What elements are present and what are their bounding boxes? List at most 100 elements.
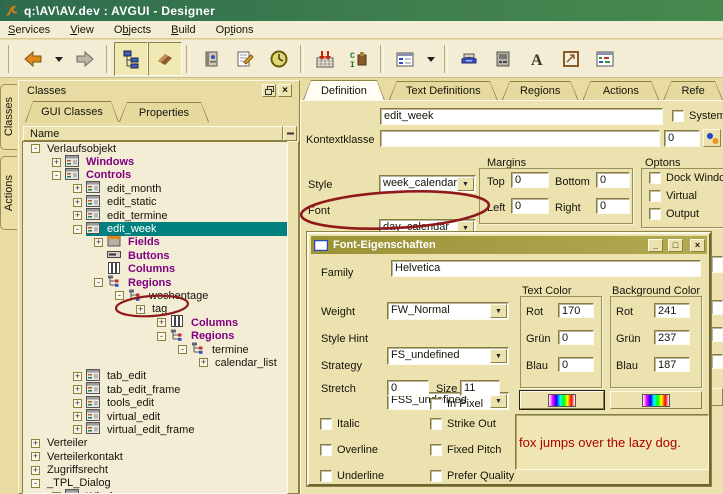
panel-float-button[interactable] [262,84,276,97]
chevron-down-icon[interactable]: ▼ [490,349,507,363]
tree-item-zugriffsrecht[interactable]: +Zugriffsrecht [23,463,287,476]
header-scroll-button[interactable] [283,126,297,141]
tree-expander[interactable]: + [157,318,166,327]
maximize-button[interactable]: □ [668,239,683,252]
window-layout-button[interactable] [388,42,422,76]
printer-button[interactable] [452,42,486,76]
tree-expander[interactable]: - [178,345,187,354]
context-picker-button[interactable] [703,129,721,147]
size-input[interactable]: 11 [460,380,500,396]
menu-services[interactable]: Services [8,24,50,36]
bg-blau-input[interactable]: 187 [654,357,690,372]
minimize-button[interactable]: _ [648,239,663,252]
chevron-down-icon[interactable]: ▼ [490,394,507,408]
margin-right-input[interactable]: 0 [596,198,630,214]
tree-item-edit_month[interactable]: +edit_month [23,182,287,195]
tree-item-virtual_edit_frame[interactable]: +virtual_edit_frame [23,423,287,436]
tree-expander[interactable]: - [94,278,103,287]
tree-expander[interactable]: + [73,399,82,408]
side-tab-actions[interactable]: Actions [0,156,17,230]
chevron-down-icon[interactable]: ▼ [457,177,474,191]
tree-item-verteilerkontakt[interactable]: +Verteilerkontakt [23,450,287,463]
opton-dock-window-checkbox[interactable]: Dock Window [649,172,723,184]
tree-expander[interactable]: + [136,305,145,314]
tree-expander[interactable]: + [73,184,82,193]
tree-item-calendar_list[interactable]: +calendar_list [23,356,287,369]
class-generator-button[interactable]: CI [342,42,376,76]
font-fixed-pitch-checkbox[interactable]: Fixed Pitch [430,444,514,456]
margin-top-input[interactable]: 0 [511,172,549,188]
tree-item-verteiler[interactable]: +Verteiler [23,437,287,450]
edit-note-button[interactable] [228,42,262,76]
tree-expander[interactable]: + [73,425,82,434]
tree-item-termine[interactable]: -termine [23,343,287,356]
margin-left-input[interactable]: 0 [511,198,549,214]
tree-column-header[interactable]: Name [23,126,283,141]
tree-item-controls[interactable]: -Controls [23,169,287,182]
weight-dropdown[interactable]: FW_Normal▼ [387,302,509,320]
device-button[interactable] [486,42,520,76]
tree-item-windows[interactable]: +Windows [23,155,287,168]
tree-item-virtual_edit[interactable]: +virtual_edit [23,410,287,423]
image-button[interactable] [554,42,588,76]
stretch-input[interactable]: 0 [387,380,429,396]
tab-text-definitions[interactable]: Text Definitions [389,81,498,100]
tree-item-columns[interactable]: Columns [23,263,287,276]
side-tab-classes[interactable]: Classes [0,84,17,150]
tree-item-windows[interactable]: +Windows [23,490,287,494]
tree-expander[interactable]: + [73,385,82,394]
layout-dropdown-button[interactable] [422,42,440,76]
text-gruen-input[interactable]: 0 [558,330,594,345]
menu-build[interactable]: Build [171,24,195,36]
font-strike-out-checkbox[interactable]: Strike Out [430,418,514,430]
tree-expander[interactable]: - [115,291,124,300]
address-book-button[interactable] [194,42,228,76]
tab-actions[interactable]: Actions [583,81,660,100]
bg-gruen-input[interactable]: 237 [654,330,690,345]
tab-properties[interactable]: Properties [119,102,209,122]
tree-expander[interactable]: + [94,238,103,247]
clock-button[interactable] [262,42,296,76]
forward-arrow-button[interactable] [68,42,102,76]
tree-expander[interactable]: + [52,158,61,167]
tree-expander[interactable]: + [199,358,208,367]
class-name-input[interactable]: edit_week [380,108,663,125]
font-underline-checkbox[interactable]: Underline [320,470,384,482]
font-prefer-quality-checkbox[interactable]: Prefer Quality [430,470,514,482]
tree-item-edit_termine[interactable]: +edit_termine [23,209,287,222]
tree-item-verlaufsobjekt[interactable]: -Verlaufsobjekt [23,142,287,155]
tree-expander[interactable]: + [31,439,40,448]
import-grid-button[interactable] [308,42,342,76]
tree-item-regions[interactable]: -Regions [23,276,287,289]
tree-item-regions[interactable]: -Regions [23,329,287,342]
system-checkbox[interactable]: System [672,110,723,122]
tree-expander[interactable]: - [31,144,40,153]
tree-expander[interactable]: + [73,412,82,421]
tree-expander[interactable]: + [73,211,82,220]
text-blau-input[interactable]: 0 [558,357,594,372]
menu-options[interactable]: Options [216,24,254,36]
tree-item-wochentage[interactable]: -wochentage [23,289,287,302]
font-overline-checkbox[interactable]: Overline [320,444,384,456]
margin-bottom-input[interactable]: 0 [596,172,630,188]
tree-item-columns[interactable]: +Columns [23,316,287,329]
tab-definition[interactable]: Definition [303,80,385,100]
style-hint-dropdown[interactable]: FS_undefined▼ [387,347,509,365]
history-dropdown-button[interactable] [50,42,68,76]
opton-virtual-checkbox[interactable]: Virtual [649,190,723,202]
in-pixel-checkbox[interactable]: In Pixel [430,398,483,410]
eraser-button[interactable] [148,42,182,76]
tree-scrollbar-thumb[interactable] [287,141,299,494]
tree-item-tab_edit_frame[interactable]: +tab_edit_frame [23,383,287,396]
tree-item-_tpl_dialog[interactable]: -_TPL_Dialog [23,477,287,490]
tree-expander[interactable]: + [73,372,82,381]
tree-expander[interactable]: - [31,479,40,488]
background-color-picker-button[interactable] [610,391,702,409]
tree-expander[interactable]: + [31,452,40,461]
style-dropdown[interactable]: week_calendar ▼ [379,175,476,193]
bg-rot-input[interactable]: 241 [654,303,690,318]
tree-expander[interactable]: + [73,198,82,207]
tree-item-fields[interactable]: +Fields [23,236,287,249]
tree-item-tag[interactable]: +tag [23,303,287,316]
panel-close-button[interactable]: × [278,84,292,97]
